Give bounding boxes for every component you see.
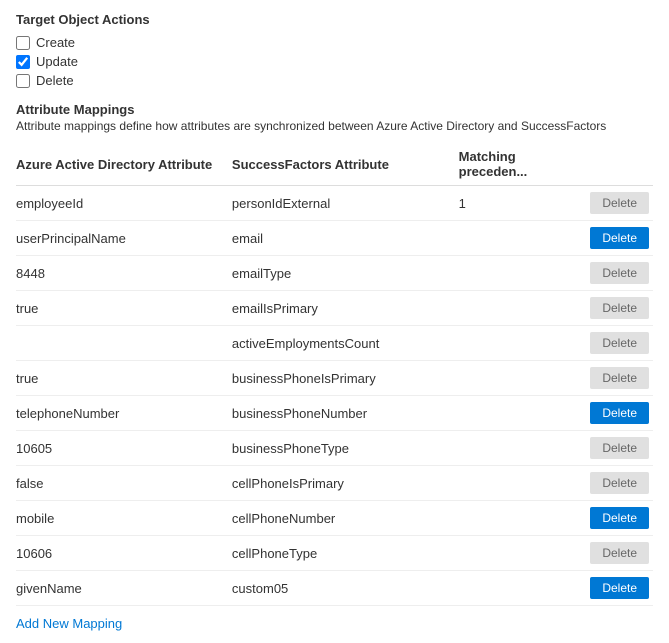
- cell-sf: businessPhoneIsPrimary: [232, 361, 459, 396]
- cell-mp: [459, 291, 567, 326]
- cell-sf: emailType: [232, 256, 459, 291]
- cell-delete: Delete: [567, 256, 653, 291]
- cell-mp: [459, 536, 567, 571]
- target-object-actions-title: Target Object Actions: [16, 12, 653, 27]
- cell-mp: 1: [459, 186, 567, 221]
- cell-mp: [459, 396, 567, 431]
- delete-button[interactable]: Delete: [590, 192, 649, 214]
- checkbox-item-delete: Delete: [16, 73, 653, 88]
- mappings-table-body: employeeIdpersonIdExternal1DeleteuserPri…: [16, 186, 653, 606]
- table-row: mobilecellPhoneNumber Delete: [16, 501, 653, 536]
- cell-aad: true: [16, 291, 232, 326]
- target-object-actions-section: Target Object Actions Create Update Dele…: [16, 12, 653, 88]
- attribute-mappings-description: Attribute mappings define how attributes…: [16, 119, 653, 133]
- table-row: 10606cellPhoneType Delete: [16, 536, 653, 571]
- add-new-mapping-link[interactable]: Add New Mapping: [16, 616, 122, 631]
- delete-button[interactable]: Delete: [590, 577, 649, 599]
- col-header-aad: Azure Active Directory Attribute: [16, 143, 232, 186]
- cell-aad: [16, 326, 232, 361]
- delete-button[interactable]: Delete: [590, 507, 649, 529]
- update-checkbox[interactable]: [16, 55, 30, 69]
- cell-aad: 8448: [16, 256, 232, 291]
- mappings-table: Azure Active Directory Attribute Success…: [16, 143, 653, 606]
- checkbox-group: Create Update Delete: [16, 35, 653, 88]
- col-header-del: [567, 143, 653, 186]
- table-row: employeeIdpersonIdExternal1 Delete: [16, 186, 653, 221]
- attribute-mappings-title: Attribute Mappings: [16, 102, 653, 117]
- cell-sf: cellPhoneIsPrimary: [232, 466, 459, 501]
- table-row: telephoneNumberbusinessPhoneNumber Delete: [16, 396, 653, 431]
- cell-sf: cellPhoneType: [232, 536, 459, 571]
- attribute-mappings-section: Attribute Mappings Attribute mappings de…: [16, 102, 653, 631]
- table-row: truebusinessPhoneIsPrimary Delete: [16, 361, 653, 396]
- delete-button[interactable]: Delete: [590, 367, 649, 389]
- col-header-mp: Matching preceden...: [459, 143, 567, 186]
- cell-delete: Delete: [567, 571, 653, 606]
- cell-mp: [459, 571, 567, 606]
- cell-mp: [459, 361, 567, 396]
- cell-mp: [459, 256, 567, 291]
- delete-checkbox[interactable]: [16, 74, 30, 88]
- delete-button[interactable]: Delete: [590, 437, 649, 459]
- cell-sf: email: [232, 221, 459, 256]
- cell-delete: Delete: [567, 361, 653, 396]
- cell-aad: false: [16, 466, 232, 501]
- cell-delete: Delete: [567, 466, 653, 501]
- cell-sf: custom05: [232, 571, 459, 606]
- cell-delete: Delete: [567, 396, 653, 431]
- cell-delete: Delete: [567, 221, 653, 256]
- cell-sf: personIdExternal: [232, 186, 459, 221]
- delete-button[interactable]: Delete: [590, 262, 649, 284]
- cell-aad: userPrincipalName: [16, 221, 232, 256]
- cell-mp: [459, 221, 567, 256]
- cell-delete: Delete: [567, 186, 653, 221]
- delete-button[interactable]: Delete: [590, 227, 649, 249]
- delete-button[interactable]: Delete: [590, 472, 649, 494]
- table-row: falsecellPhoneIsPrimary Delete: [16, 466, 653, 501]
- cell-sf: emailIsPrimary: [232, 291, 459, 326]
- table-row: 10605businessPhoneType Delete: [16, 431, 653, 466]
- cell-mp: [459, 326, 567, 361]
- table-header-row: Azure Active Directory Attribute Success…: [16, 143, 653, 186]
- cell-aad: employeeId: [16, 186, 232, 221]
- table-row: 8448emailType Delete: [16, 256, 653, 291]
- cell-aad: telephoneNumber: [16, 396, 232, 431]
- cell-sf: businessPhoneType: [232, 431, 459, 466]
- checkbox-item-update: Update: [16, 54, 653, 69]
- cell-delete: Delete: [567, 431, 653, 466]
- delete-button[interactable]: Delete: [590, 542, 649, 564]
- cell-delete: Delete: [567, 326, 653, 361]
- create-label: Create: [36, 35, 75, 50]
- cell-mp: [459, 501, 567, 536]
- col-header-sf: SuccessFactors Attribute: [232, 143, 459, 186]
- cell-aad: 10605: [16, 431, 232, 466]
- table-row: givenNamecustom05 Delete: [16, 571, 653, 606]
- table-row: userPrincipalNameemail Delete: [16, 221, 653, 256]
- checkbox-item-create: Create: [16, 35, 653, 50]
- cell-aad: givenName: [16, 571, 232, 606]
- cell-sf: businessPhoneNumber: [232, 396, 459, 431]
- cell-mp: [459, 431, 567, 466]
- cell-delete: Delete: [567, 501, 653, 536]
- cell-aad: mobile: [16, 501, 232, 536]
- cell-sf: activeEmploymentsCount: [232, 326, 459, 361]
- delete-button[interactable]: Delete: [590, 332, 649, 354]
- cell-sf: cellPhoneNumber: [232, 501, 459, 536]
- create-checkbox[interactable]: [16, 36, 30, 50]
- cell-delete: Delete: [567, 291, 653, 326]
- cell-mp: [459, 466, 567, 501]
- delete-button[interactable]: Delete: [590, 297, 649, 319]
- delete-button[interactable]: Delete: [590, 402, 649, 424]
- cell-aad: 10606: [16, 536, 232, 571]
- cell-delete: Delete: [567, 536, 653, 571]
- delete-label: Delete: [36, 73, 74, 88]
- update-label: Update: [36, 54, 78, 69]
- cell-aad: true: [16, 361, 232, 396]
- table-row: activeEmploymentsCount Delete: [16, 326, 653, 361]
- table-row: trueemailIsPrimary Delete: [16, 291, 653, 326]
